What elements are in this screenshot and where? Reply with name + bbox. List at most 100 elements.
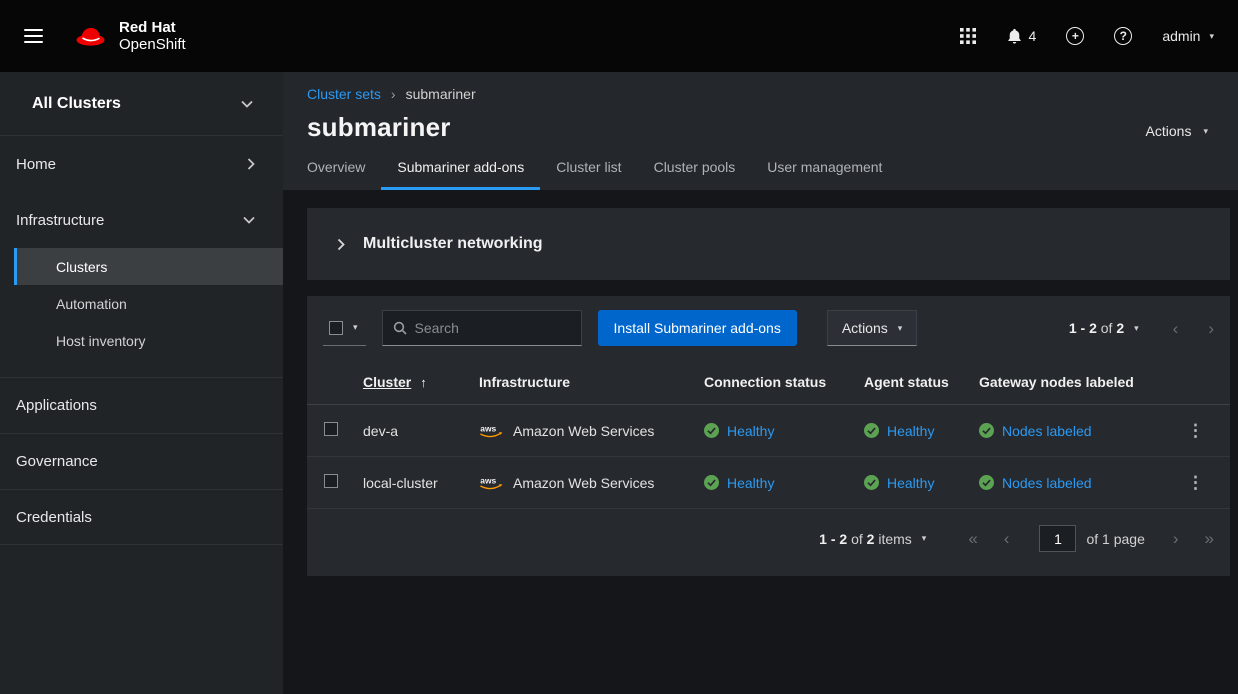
sidebar-item-label: Automation — [56, 296, 127, 312]
sidebar-item-applications[interactable]: Applications — [0, 377, 283, 433]
tab-submariner-add-ons[interactable]: Submariner add-ons — [381, 159, 540, 190]
agent-status-link[interactable]: Healthy — [887, 423, 934, 439]
question-circle-icon: ? — [1114, 27, 1132, 45]
column-header-infrastructure: Infrastructure — [471, 362, 696, 405]
page-actions-label: Actions — [1146, 123, 1192, 139]
sort-by-cluster-button[interactable]: Cluster ↑ — [363, 374, 427, 390]
sidebar-item-clusters[interactable]: Clusters — [14, 248, 283, 285]
app-window: Red Hat OpenShift 4 + — [0, 0, 1238, 694]
column-header-gateway-nodes: Gateway nodes labeled — [971, 362, 1171, 405]
toolbar-actions-dropdown[interactable]: Actions ▾ — [827, 310, 917, 346]
sidebar-item-governance[interactable]: Governance — [0, 433, 283, 489]
tab-user-management[interactable]: User management — [751, 159, 898, 190]
multicluster-networking-expandable[interactable]: Multicluster networking — [307, 208, 1230, 280]
chevron-right-icon — [337, 238, 345, 251]
caret-down-icon: ▾ — [1209, 31, 1214, 42]
sidebar-item-automation[interactable]: Automation — [14, 285, 283, 322]
hamburger-menu-icon[interactable] — [24, 29, 43, 43]
sidebar-item-host-inventory[interactable]: Host inventory — [14, 322, 283, 359]
sidebar-item-label: Host inventory — [56, 333, 145, 349]
infrastructure-subnav: Clusters Automation Host inventory — [14, 248, 283, 359]
column-header-connection-status: Connection status — [696, 362, 856, 405]
notifications-button[interactable]: 4 — [1006, 28, 1037, 45]
sidebar-item-credentials[interactable]: Credentials — [0, 489, 283, 545]
apps-grid-button[interactable] — [960, 28, 976, 44]
check-circle-icon — [979, 423, 994, 438]
breadcrumb-cluster-sets-link[interactable]: Cluster sets — [307, 86, 381, 102]
pagination-range[interactable]: 1 - 2 of 2 — [1069, 320, 1124, 336]
install-submariner-button[interactable]: Install Submariner add-ons — [598, 310, 797, 346]
last-page-button[interactable]: » — [1205, 530, 1214, 547]
table-row: dev-a aws Amazon Web Services — [307, 405, 1230, 457]
chevron-down-icon — [241, 100, 253, 108]
pagination-items-range[interactable]: 1 - 2 of 2 items — [819, 531, 912, 547]
sidebar-item-infrastructure[interactable]: Infrastructure — [0, 192, 283, 248]
import-cluster-button[interactable]: + — [1066, 27, 1084, 45]
row-checkbox[interactable] — [324, 474, 338, 488]
cluster-switcher-label: All Clusters — [32, 95, 121, 113]
connection-status-link[interactable]: Healthy — [727, 475, 774, 491]
current-page-input[interactable] — [1039, 525, 1076, 552]
tab-cluster-pools[interactable]: Cluster pools — [638, 159, 752, 190]
cluster-switcher[interactable]: All Clusters — [0, 72, 283, 136]
clusters-table: Cluster ↑ Infrastructure Connection stat… — [307, 362, 1230, 509]
brand-line1: Red Hat — [119, 19, 186, 36]
check-circle-icon — [704, 475, 719, 490]
checkbox-column-header — [307, 362, 355, 405]
bottom-pagination: 1 - 2 of 2 items ▾ « ‹ of 1 page › » — [307, 509, 1230, 570]
gateway-nodes-link[interactable]: Nodes labeled — [1002, 423, 1092, 439]
sidebar-nav: All Clusters Home Infrastructure Cluster… — [0, 72, 283, 694]
sidebar-item-label: Governance — [16, 453, 98, 470]
sidebar-item-label: Infrastructure — [16, 212, 104, 229]
caret-down-icon: ▾ — [353, 322, 358, 333]
help-button[interactable]: ? — [1114, 27, 1132, 45]
search-input[interactable] — [415, 320, 571, 336]
check-circle-icon — [979, 475, 994, 490]
page-header: Cluster sets › submariner submariner Act… — [283, 72, 1238, 190]
connection-status-link[interactable]: Healthy — [727, 423, 774, 439]
prev-page-button[interactable]: ‹ — [1173, 320, 1179, 337]
page-content: Multicluster networking ▾ — [283, 190, 1238, 694]
row-kebab-menu[interactable]: ⋮ — [1179, 420, 1212, 441]
bell-icon — [1006, 28, 1023, 45]
next-page-button[interactable]: › — [1208, 320, 1214, 337]
first-page-button[interactable]: « — [968, 530, 977, 547]
chevron-right-icon — [247, 158, 255, 170]
tab-overview[interactable]: Overview — [291, 159, 381, 190]
top-pagination: 1 - 2 of 2 ▾ ‹ › — [1069, 320, 1214, 337]
redhat-fedora-icon — [73, 23, 109, 49]
row-kebab-menu[interactable]: ⋮ — [1179, 472, 1212, 493]
check-circle-icon — [864, 423, 879, 438]
tab-bar: Overview Submariner add-ons Cluster list… — [283, 143, 1238, 190]
sidebar-item-label: Applications — [16, 397, 97, 414]
aws-icon: aws — [479, 475, 505, 491]
select-all-checkbox[interactable] — [329, 321, 343, 335]
next-page-button[interactable]: › — [1173, 530, 1179, 547]
svg-text:aws: aws — [480, 475, 496, 485]
sidebar-item-label: Credentials — [16, 509, 92, 526]
sidebar-item-home[interactable]: Home — [0, 136, 283, 192]
row-checkbox[interactable] — [324, 422, 338, 436]
caret-down-icon[interactable]: ▾ — [1134, 323, 1139, 334]
table-row: local-cluster aws Amazon Web Servi — [307, 457, 1230, 509]
notification-count-badge: 4 — [1029, 28, 1037, 44]
page-count-label: of 1 page — [1086, 531, 1144, 547]
bulk-select-dropdown[interactable]: ▾ — [323, 310, 366, 346]
caret-down-icon[interactable]: ▾ — [922, 533, 927, 544]
page-title: submariner — [307, 112, 451, 143]
page-actions-dropdown[interactable]: Actions ▾ — [1146, 123, 1208, 143]
caret-down-icon: ▾ — [898, 323, 903, 334]
check-circle-icon — [704, 423, 719, 438]
breadcrumb: Cluster sets › submariner — [283, 86, 1238, 102]
user-menu[interactable]: admin ▾ — [1162, 28, 1214, 44]
column-header-agent-status: Agent status — [856, 362, 971, 405]
plus-circle-icon: + — [1066, 27, 1084, 45]
search-box — [382, 310, 582, 346]
prev-page-button[interactable]: ‹ — [1004, 530, 1010, 547]
main-content: Cluster sets › submariner submariner Act… — [283, 72, 1238, 694]
toolbar-actions-label: Actions — [842, 320, 888, 336]
tab-cluster-list[interactable]: Cluster list — [540, 159, 637, 190]
svg-text:aws: aws — [480, 423, 496, 433]
agent-status-link[interactable]: Healthy — [887, 475, 934, 491]
gateway-nodes-link[interactable]: Nodes labeled — [1002, 475, 1092, 491]
